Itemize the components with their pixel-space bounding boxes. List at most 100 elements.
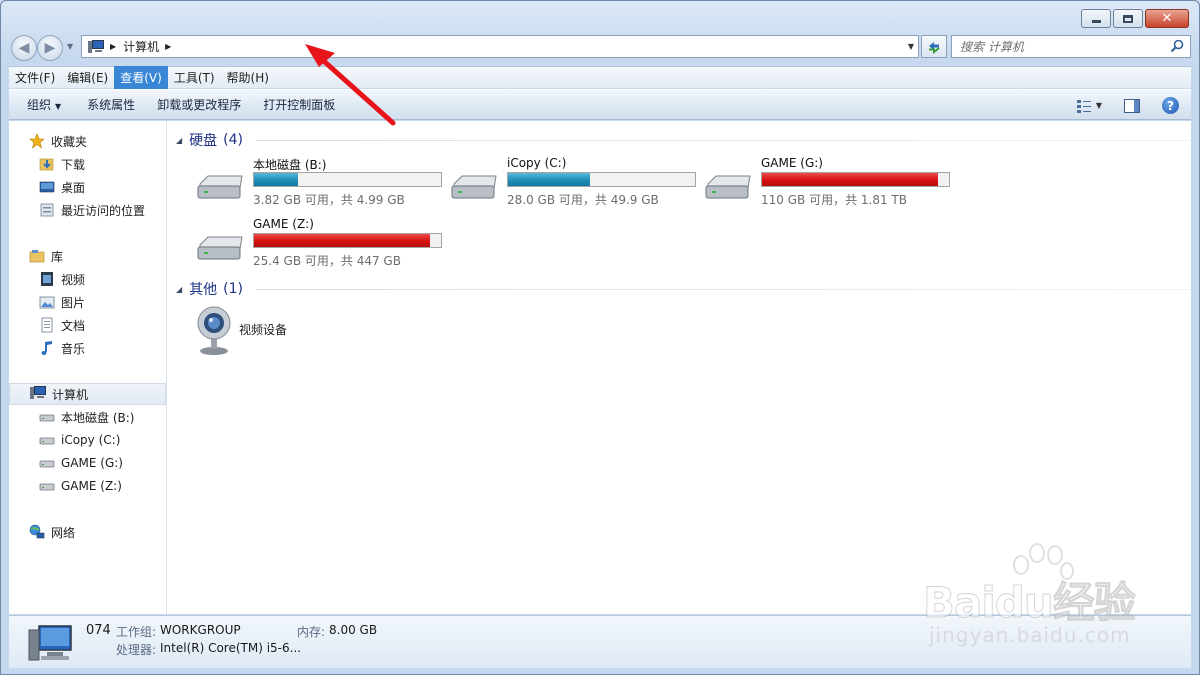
sidebar-item-label: 库	[51, 249, 64, 264]
preview-pane-icon[interactable]	[1124, 98, 1140, 113]
sidebar-item-label: 桌面	[61, 180, 86, 195]
webcam-icon	[197, 306, 231, 355]
caption-buttons: ✕	[1081, 9, 1189, 28]
sidebar-item-label: 视频	[61, 272, 86, 287]
sidebar-item-desktop[interactable]: 桌面	[9, 176, 166, 198]
drive-free-space: 110 GB 可用，共 1.81 TB	[761, 193, 907, 207]
group-divider	[256, 289, 1191, 290]
uninstall-program-button[interactable]: 卸载或更改程序	[146, 96, 252, 113]
refresh-icon	[929, 41, 940, 54]
view-options-chevron-down-icon[interactable]: ▼	[1096, 101, 1102, 110]
sidebar-item-network[interactable]: 网络	[9, 521, 166, 543]
help-icon[interactable]: ?	[1162, 97, 1179, 114]
recent-places-icon	[40, 203, 54, 217]
sidebar-item-favorites[interactable]: 收藏夹	[9, 130, 166, 152]
back-button[interactable]: ◀	[11, 35, 37, 61]
sidebar-item-drive-z[interactable]: GAME (Z:)	[9, 475, 166, 497]
menu-edit[interactable]: 编辑(E)	[61, 66, 114, 89]
breadcrumb-separator-icon[interactable]: ▶	[110, 42, 116, 51]
search-input[interactable]	[960, 39, 1160, 54]
menu-tools[interactable]: 工具(T)	[168, 66, 221, 89]
drive-usage-fill	[508, 173, 591, 186]
change-view-icon[interactable]	[1076, 99, 1092, 113]
drive-name: GAME (G:)	[761, 156, 823, 170]
group-divider	[256, 140, 1191, 141]
refresh-button[interactable]	[921, 35, 947, 58]
drive-usage-bar	[761, 172, 950, 187]
computer-name: 074	[86, 623, 111, 638]
organize-button[interactable]: 组织 ▼	[9, 96, 72, 113]
close-button[interactable]: ✕	[1145, 9, 1189, 28]
sidebar-item-computer[interactable]: 计算机	[9, 383, 166, 405]
sidebar-item-music[interactable]: 音乐	[9, 337, 166, 359]
drive-usage-bar	[507, 172, 696, 187]
drive-tile[interactable]: GAME (G:) 110 GB 可用，共 1.81 TB	[690, 156, 950, 212]
sidebar-item-videos[interactable]: 视频	[9, 268, 166, 290]
workgroup-value: WORKGROUP	[160, 623, 241, 637]
sidebar-item-label: 图片	[61, 295, 86, 310]
drive-tile[interactable]: 本地磁盘 (B:) 3.82 GB 可用，共 4.99 GB	[182, 156, 442, 212]
sidebar-item-downloads[interactable]: 下载	[9, 153, 166, 175]
memory-label: 内存:	[297, 625, 326, 639]
menu-view[interactable]: 查看(V)	[114, 66, 168, 89]
processor-label: 处理器:	[116, 643, 157, 657]
sidebar-item-label: 音乐	[61, 341, 86, 356]
hard-drive-icon	[705, 175, 751, 199]
group-title: 硬盘	[189, 133, 218, 149]
sidebar-item-drive-g[interactable]: GAME (G:)	[9, 452, 166, 474]
forward-arrow-icon: ▶	[44, 40, 56, 56]
search-icon[interactable]	[1170, 39, 1184, 53]
group-count: (4)	[223, 132, 243, 148]
computer-icon	[30, 386, 46, 402]
sidebar-item-drive-c[interactable]: iCopy (C:)	[9, 429, 166, 451]
maximize-icon	[1123, 14, 1133, 23]
drive-name: iCopy (C:)	[507, 156, 567, 170]
baidu-watermark: Baidu经验 jingyan.baidu.com	[919, 541, 1179, 651]
drive-usage-fill	[254, 173, 298, 186]
group-count: (1)	[223, 281, 243, 297]
search-box[interactable]	[951, 35, 1191, 58]
group-header-other[interactable]: ◢ 其他 (1)	[176, 279, 1191, 299]
drive-name: GAME (Z:)	[253, 217, 314, 231]
recent-pages-dropdown[interactable]: ▼	[67, 42, 73, 51]
menu-bar: 文件(F) 编辑(E) 查看(V) 工具(T) 帮助(H)	[9, 66, 1191, 89]
sidebar-item-recent-places[interactable]: 最近访问的位置	[9, 199, 166, 221]
command-bar-right: ▼ ?	[1076, 90, 1191, 121]
music-note-icon	[41, 341, 52, 355]
sidebar-item-drive-b[interactable]: 本地磁盘 (B:)	[9, 406, 166, 428]
forward-button[interactable]: ▶	[37, 35, 63, 61]
group-header-hard-drives[interactable]: ◢ 硬盘 (4)	[176, 130, 1191, 150]
downloads-folder-icon	[39, 158, 54, 171]
sidebar-item-pictures[interactable]: 图片	[9, 291, 166, 313]
sidebar-item-label: GAME (G:)	[61, 456, 123, 470]
collapse-triangle-icon[interactable]: ◢	[176, 285, 182, 294]
address-bar[interactable]: ▶ 计算机 ▶ ▼	[81, 35, 919, 58]
sidebar-item-label: GAME (Z:)	[61, 479, 122, 493]
maximize-button[interactable]	[1113, 9, 1143, 28]
network-globe-icon	[29, 524, 45, 539]
processor-value: Intel(R) Core(TM) i5-6...	[160, 641, 302, 655]
address-history-dropdown-icon[interactable]: ▼	[908, 42, 914, 51]
open-control-panel-button[interactable]: 打开控制面板	[252, 96, 346, 113]
hard-drive-icon	[39, 460, 55, 468]
system-properties-button[interactable]: 系统属性	[76, 96, 146, 113]
breadcrumb-separator-icon[interactable]: ▶	[165, 42, 171, 51]
drive-free-space: 3.82 GB 可用，共 4.99 GB	[253, 193, 405, 207]
device-tile-video[interactable]: 视频设备	[194, 305, 394, 357]
back-arrow-icon: ◀	[18, 40, 30, 56]
video-library-icon	[41, 272, 53, 286]
collapse-triangle-icon[interactable]: ◢	[176, 136, 182, 145]
drive-tile[interactable]: GAME (Z:) 25.4 GB 可用，共 447 GB	[182, 217, 442, 273]
drive-free-space: 28.0 GB 可用，共 49.9 GB	[507, 193, 659, 207]
documents-library-icon	[41, 317, 53, 333]
menu-file[interactable]: 文件(F)	[9, 66, 61, 89]
chevron-down-icon: ▼	[55, 102, 62, 111]
minimize-button[interactable]	[1081, 9, 1111, 28]
sidebar-item-libraries[interactable]: 库	[9, 245, 166, 267]
explorer-window: ✕ ◀ ▶ ▼ ▶ 计算机 ▶ ▼ 文件(F) 编辑(	[0, 0, 1200, 675]
breadcrumb-computer[interactable]: 计算机	[123, 38, 159, 55]
sidebar-item-documents[interactable]: 文档	[9, 314, 166, 336]
menu-help[interactable]: 帮助(H)	[221, 66, 275, 89]
hard-drive-icon	[451, 175, 497, 199]
drive-tile[interactable]: iCopy (C:) 28.0 GB 可用，共 49.9 GB	[436, 156, 696, 212]
